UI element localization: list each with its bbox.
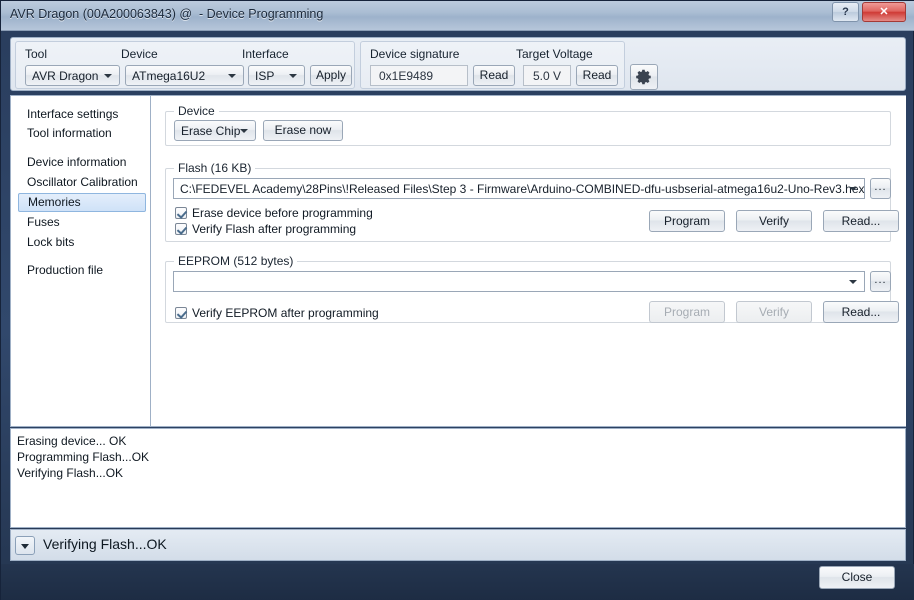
flash-verify-button[interactable]: Verify <box>736 210 812 232</box>
eeprom-verify-button: Verify <box>736 301 812 323</box>
read-voltage-button[interactable]: Read <box>576 65 618 86</box>
tool-label: Tool <box>25 47 48 61</box>
window-title: AVR Dragon (00A200063843) @ - Device Pro… <box>10 7 324 21</box>
flash-program-button[interactable]: Program <box>649 210 725 232</box>
tool-select-value: AVR Dragon <box>32 68 99 83</box>
eeprom-path-combo[interactable] <box>173 271 865 292</box>
sidebar-item-label: Lock bits <box>27 235 75 249</box>
sidebar-item-production-file[interactable]: Production file <box>18 261 146 280</box>
log-output[interactable]: Erasing device... OK Programming Flash..… <box>10 428 906 528</box>
help-button[interactable]: ? <box>832 2 859 22</box>
sidebar: Interface settings Tool information Devi… <box>11 96 151 426</box>
eeprom-browse-button[interactable]: ... <box>870 271 891 292</box>
log-line: Verifying Flash...OK <box>17 466 124 480</box>
chevron-down-icon <box>104 73 112 78</box>
sidebar-item-tool-information[interactable]: Tool information <box>18 124 146 143</box>
sidebar-item-label: Memories <box>28 195 81 209</box>
flash-browse-label: ... <box>874 181 887 193</box>
gear-icon <box>636 69 651 85</box>
log-line: Programming Flash...OK <box>17 450 150 464</box>
checkbox-label: Verify Flash after programming <box>192 222 357 236</box>
log-line: Erasing device... OK <box>17 434 127 448</box>
toolbar: Tool Device Interface AVR Dragon ATmega1… <box>10 37 906 91</box>
device-signature-value: 0x1E9489 <box>370 65 468 86</box>
checkbox-box <box>175 223 187 235</box>
sidebar-item-device-information[interactable]: Device information <box>18 153 146 172</box>
footer <box>1 564 914 600</box>
read-signature-button[interactable]: Read <box>473 65 515 86</box>
settings-button[interactable] <box>630 64 658 90</box>
eeprom-program-button: Program <box>649 301 725 323</box>
chevron-down-icon <box>289 73 297 78</box>
erase-mode-select[interactable]: Erase Chip <box>174 120 256 141</box>
interface-select-value: ISP <box>255 68 275 83</box>
title-bar: AVR Dragon (00A200063843) @ - Device Pro… <box>1 1 914 31</box>
checkbox-label: Verify EEPROM after programming <box>192 306 379 320</box>
sidebar-item-label: Production file <box>27 263 104 277</box>
sidebar-item-lock-bits[interactable]: Lock bits <box>18 233 146 252</box>
sidebar-item-fuses[interactable]: Fuses <box>18 213 146 232</box>
tool-device-interface-group: Tool Device Interface AVR Dragon ATmega1… <box>15 41 355 89</box>
sidebar-item-memories[interactable]: Memories <box>18 193 146 212</box>
checkbox-label: Erase device before programming <box>192 206 373 220</box>
chevron-down-icon <box>240 128 248 133</box>
device-signature-label: Device signature <box>370 47 460 61</box>
sidebar-item-label: Device information <box>27 155 127 169</box>
sidebar-item-label: Fuses <box>27 215 60 229</box>
eeprom-group: EEPROM (512 bytes) ... Verify EEPROM aft… <box>165 254 899 323</box>
flash-group: Flash (16 KB) C:\FEDEVEL Academy\28Pins\… <box>165 161 899 242</box>
chevron-down-icon <box>21 543 29 549</box>
chevron-down-icon <box>228 73 236 78</box>
device-group-title: Device <box>174 104 219 118</box>
sidebar-item-oscillator-calibration[interactable]: Oscillator Calibration <box>18 173 146 192</box>
erase-mode-value: Erase Chip <box>181 123 241 138</box>
status-expand-button[interactable] <box>15 536 35 555</box>
flash-path-combo[interactable]: C:\FEDEVEL Academy\28Pins\!Released File… <box>173 178 865 199</box>
chevron-down-icon[interactable] <box>849 279 857 284</box>
status-bar: Verifying Flash...OK <box>10 529 906 561</box>
flash-group-title: Flash (16 KB) <box>174 161 256 175</box>
tool-select[interactable]: AVR Dragon <box>25 65 120 86</box>
sidebar-item-label: Interface settings <box>27 107 119 121</box>
apply-button[interactable]: Apply <box>310 65 352 86</box>
close-button[interactable]: Close <box>819 566 895 589</box>
sidebar-item-label: Oscillator Calibration <box>27 175 138 189</box>
close-window-button[interactable]: ✕ <box>862 2 906 22</box>
interface-label: Interface <box>242 47 289 61</box>
target-voltage-text: 5.0 V <box>532 68 562 83</box>
flash-path-value: C:\FEDEVEL Academy\28Pins\!Released File… <box>180 181 865 196</box>
status-message: Verifying Flash...OK <box>43 536 167 552</box>
device-group: Device Erase Chip Erase now <box>165 104 891 146</box>
target-voltage-label: Target Voltage <box>516 47 593 61</box>
device-select[interactable]: ATmega16U2 <box>125 65 244 86</box>
eeprom-read-button[interactable]: Read... <box>823 301 899 323</box>
signature-voltage-group: Device signature Target Voltage 0x1E9489… <box>360 41 625 89</box>
flash-read-button[interactable]: Read... <box>823 210 899 232</box>
eeprom-browse-label: ... <box>874 274 887 286</box>
sidebar-item-interface-settings[interactable]: Interface settings <box>18 105 146 124</box>
erase-now-button[interactable]: Erase now <box>263 120 343 141</box>
device-programming-window: AVR Dragon (00A200063843) @ - Device Pro… <box>0 0 914 600</box>
device-label: Device <box>121 47 158 61</box>
interface-select[interactable]: ISP <box>248 65 305 86</box>
sidebar-item-label: Tool information <box>27 126 112 140</box>
eeprom-group-title: EEPROM (512 bytes) <box>174 254 298 268</box>
target-voltage-value: 5.0 V <box>523 65 571 86</box>
flash-browse-button[interactable]: ... <box>870 178 891 199</box>
chevron-down-icon[interactable] <box>849 186 857 191</box>
checkbox-box <box>175 307 187 319</box>
device-signature-text: 0x1E9489 <box>379 68 434 83</box>
device-select-value: ATmega16U2 <box>132 68 206 83</box>
main-panel: Interface settings Tool information Devi… <box>10 95 906 427</box>
checkbox-box <box>175 207 187 219</box>
memories-pane: Device Erase Chip Erase now Flash (16 KB… <box>152 96 906 426</box>
